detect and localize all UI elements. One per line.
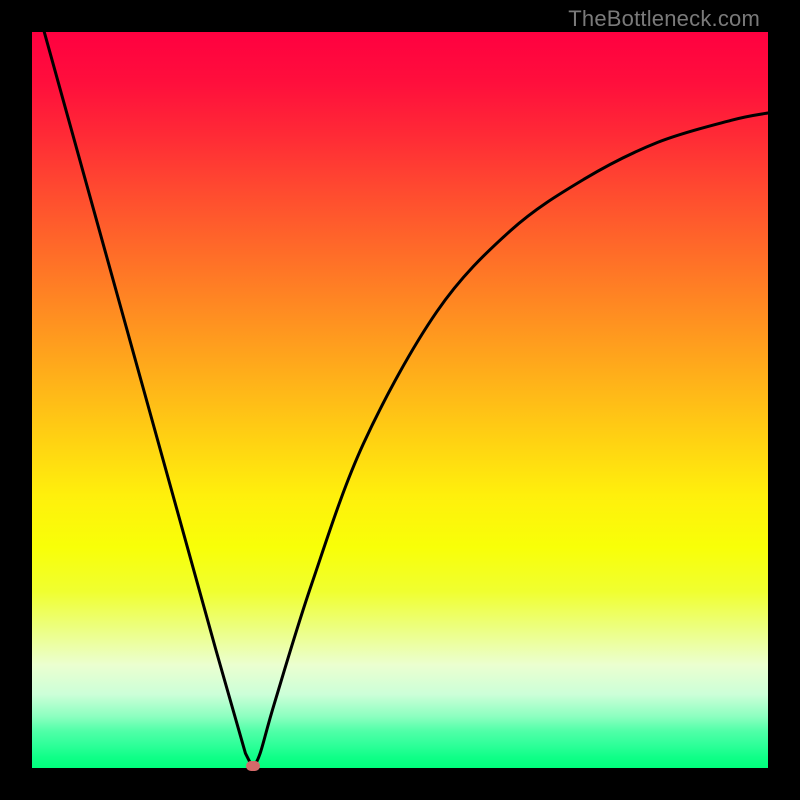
watermark-text: TheBottleneck.com (568, 6, 760, 32)
chart-frame: TheBottleneck.com (0, 0, 800, 800)
optimum-marker (246, 761, 260, 771)
bottleneck-curve (32, 32, 768, 768)
